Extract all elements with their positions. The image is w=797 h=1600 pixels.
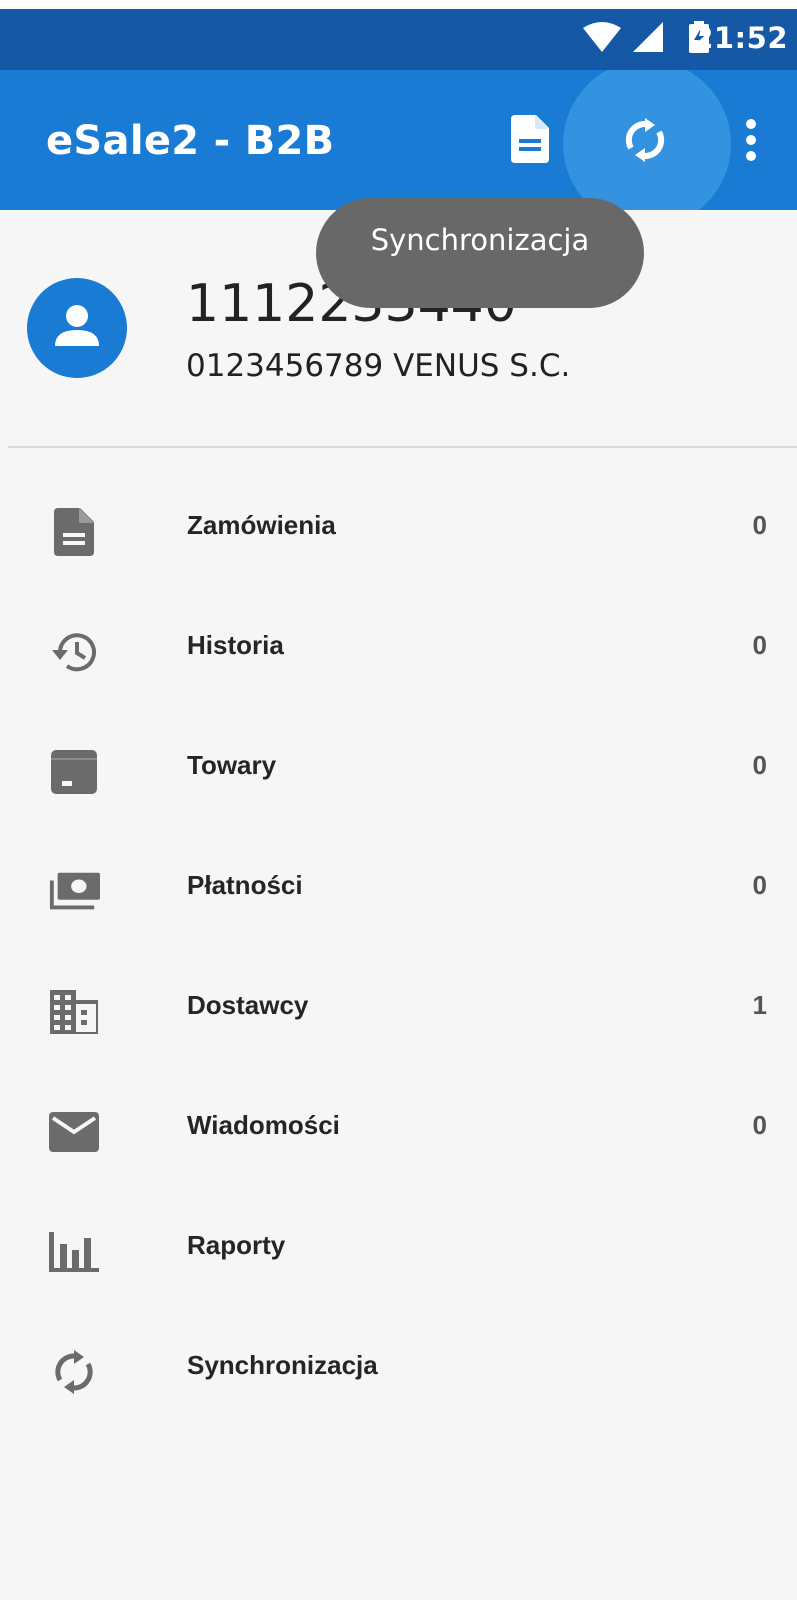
toast-message: Synchronizacja — [316, 198, 644, 308]
avatar — [27, 278, 127, 378]
status-bar-top-strip — [0, 0, 797, 9]
status-icons — [583, 21, 709, 56]
app-title: eSale2 - B2B — [46, 118, 335, 164]
menu-item-count: 0 — [752, 510, 767, 540]
menu-item-count: 0 — [752, 870, 767, 900]
menu-item-platnosci[interactable]: Płatności 0 — [0, 830, 797, 950]
more-vert-icon — [745, 118, 757, 166]
menu-item-count: 1 — [752, 990, 767, 1020]
signal-icon — [633, 22, 663, 56]
menu-item-count: 0 — [752, 630, 767, 660]
status-bar: 21:52 — [0, 0, 797, 70]
menu-item-label: Dostawcy — [187, 990, 309, 1020]
menu-item-wiadomosci[interactable]: Wiadomości 0 — [0, 1070, 797, 1190]
divider — [8, 446, 797, 448]
chart-icon — [48, 1226, 100, 1278]
sync-icon — [48, 1346, 100, 1398]
document-icon — [48, 506, 100, 558]
wifi-icon — [583, 22, 621, 56]
menu-item-dostawcy[interactable]: Dostawcy 1 — [0, 950, 797, 1070]
box-icon — [48, 746, 100, 798]
menu-item-zamowienia[interactable]: Zamówienia 0 — [0, 470, 797, 590]
document-action-button[interactable] — [505, 114, 555, 168]
menu-item-label: Płatności — [187, 870, 303, 900]
more-options-button[interactable] — [738, 114, 764, 170]
menu-item-synchronizacja[interactable]: Synchronizacja — [0, 1310, 797, 1430]
payments-icon — [48, 866, 100, 918]
menu-item-count: 0 — [752, 750, 767, 780]
menu-item-label: Synchronizacja — [187, 1350, 378, 1380]
sync-action-button[interactable] — [617, 114, 673, 170]
menu-item-label: Wiadomości — [187, 1110, 340, 1140]
menu-item-towary[interactable]: Towary 0 — [0, 710, 797, 830]
navigation-menu: Zamówienia 0 Historia 0 Towary 0 Płatnoś… — [0, 470, 797, 1430]
menu-item-raporty[interactable]: Raporty — [0, 1190, 797, 1310]
document-icon — [511, 115, 549, 167]
company-name: 0123456789 VENUS S.C. — [186, 348, 571, 384]
person-icon — [53, 302, 101, 354]
mail-icon — [48, 1106, 100, 1158]
menu-item-label: Towary — [187, 750, 277, 780]
menu-item-label: Raporty — [187, 1230, 286, 1260]
status-clock: 21:52 — [693, 21, 788, 55]
building-icon — [48, 986, 100, 1038]
menu-item-label: Historia — [187, 630, 284, 660]
app-bar: eSale2 - B2B — [0, 70, 797, 210]
sync-icon — [623, 118, 667, 166]
menu-item-label: Zamówienia — [187, 510, 336, 540]
menu-item-historia[interactable]: Historia 0 — [0, 590, 797, 710]
menu-item-count: 0 — [752, 1110, 767, 1140]
history-icon — [48, 626, 100, 678]
